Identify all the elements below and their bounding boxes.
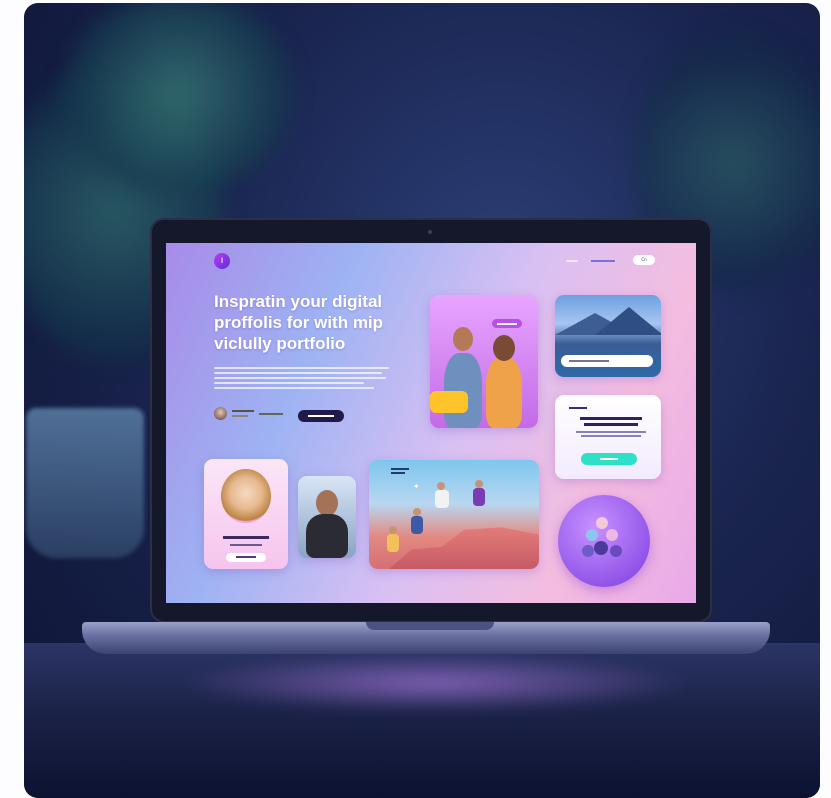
contact-title <box>569 405 587 410</box>
lake-search-bar[interactable] <box>561 355 653 367</box>
community-avatar-5 <box>582 545 594 557</box>
desk-reflection <box>174 653 694 713</box>
nav-link-2[interactable] <box>591 260 615 262</box>
man-head <box>316 490 338 516</box>
community-circle[interactable] <box>558 495 650 587</box>
profile-subtitle <box>204 543 288 547</box>
group-person-1 <box>389 526 397 534</box>
bird-icon: ✦ <box>413 482 420 491</box>
nav-link-1[interactable] <box>566 260 578 262</box>
hero-headline: Inspratin your digital proffolis for wit… <box>214 292 384 353</box>
community-avatar-6 <box>610 545 622 557</box>
laptop-notch <box>366 622 494 630</box>
community-avatar-3 <box>606 529 618 541</box>
group-person-body-1 <box>387 534 399 552</box>
card-profile[interactable] <box>204 459 288 569</box>
group-person-2 <box>413 508 421 516</box>
card-tag <box>492 319 522 328</box>
card-lake-photo[interactable] <box>555 295 661 377</box>
group-person-3 <box>437 482 445 490</box>
author-block <box>214 407 283 420</box>
profile-photo <box>221 469 271 523</box>
profile-button[interactable] <box>226 553 266 562</box>
group-person-body-4 <box>473 488 485 506</box>
group-person-body-3 <box>435 490 449 508</box>
man-body <box>306 514 348 558</box>
profile-name <box>204 535 288 541</box>
author-meta <box>259 412 283 415</box>
person-man-head <box>453 327 473 351</box>
card-contact[interactable] <box>555 395 661 479</box>
card-friends-photo[interactable] <box>430 295 538 428</box>
yellow-note <box>430 391 468 413</box>
card-group-photo[interactable]: ✦ <box>369 460 539 569</box>
person-woman <box>486 357 522 428</box>
laptop-screen: ı Cn Inspratin your digital proffolis fo… <box>166 243 696 603</box>
community-avatar-1 <box>596 517 608 529</box>
plant-pot <box>26 408 144 558</box>
community-avatar-4 <box>594 541 608 555</box>
card-man-photo[interactable] <box>298 476 356 558</box>
mountains-2 <box>595 307 661 335</box>
cta-button[interactable] <box>298 410 344 422</box>
contact-heading <box>571 417 651 437</box>
nav-pill-button[interactable]: Cn <box>633 255 655 265</box>
group-title <box>391 468 409 474</box>
avatar-icon <box>214 407 227 420</box>
author-name <box>232 410 254 417</box>
community-avatar-2 <box>586 529 598 541</box>
group-person-body-2 <box>411 516 423 534</box>
contact-button[interactable] <box>581 453 637 465</box>
hero-paragraph <box>214 367 389 392</box>
person-woman-head <box>493 335 515 361</box>
group-person-4 <box>475 480 483 488</box>
logo-icon[interactable]: ı <box>214 253 230 269</box>
plant-left-top <box>64 3 294 193</box>
laptop-camera <box>428 230 432 234</box>
